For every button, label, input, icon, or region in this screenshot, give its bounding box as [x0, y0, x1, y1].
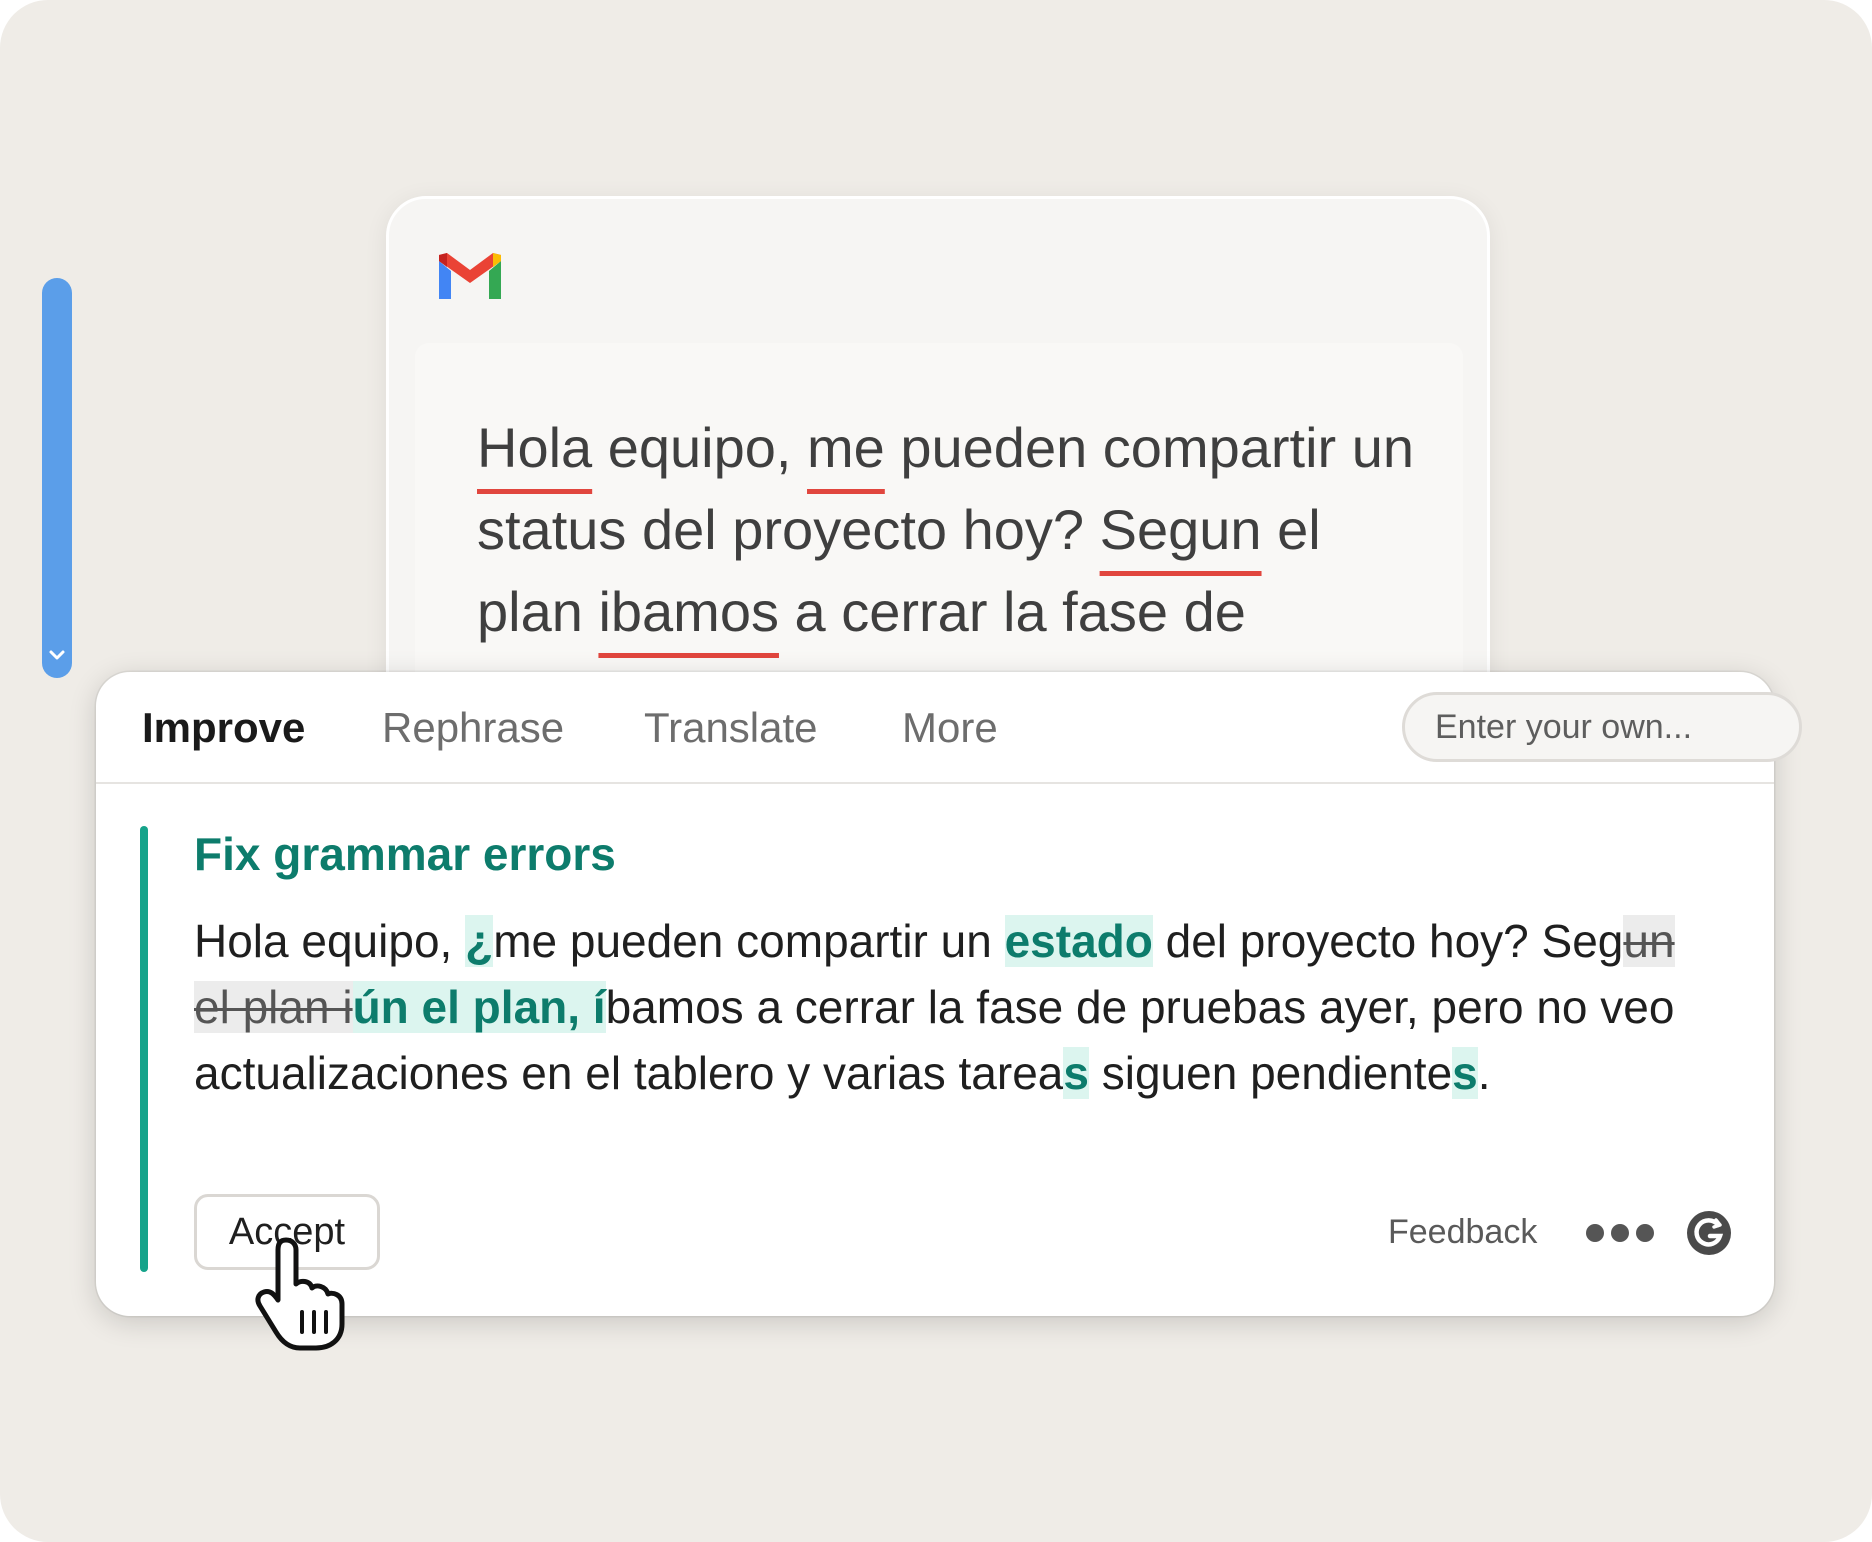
inserted-text: ¿ — [465, 915, 494, 967]
assistant-panel: Improve Rephrase Translate More Fix gram… — [96, 672, 1802, 1351]
suggestion-accent-bar — [140, 826, 148, 1272]
panel-tab-bar: Improve Rephrase Translate More — [96, 672, 1802, 784]
suggestion-text-span: me pueden compartir un — [493, 915, 1005, 967]
custom-prompt-input[interactable] — [1402, 692, 1802, 762]
suggestion-text: Hola equipo, ¿me pueden compartir un est… — [194, 908, 1714, 1106]
suggestion-text-span: Hola equipo, — [194, 915, 466, 967]
chevron-down-icon — [49, 650, 65, 660]
hand-pointer-icon — [255, 1237, 345, 1351]
email-text-span: a cerrar la fase de — [778, 580, 1246, 643]
canvas-background: Hola equipo, me pueden compartir un stat… — [0, 0, 1872, 1542]
grammarly-logo-icon — [1687, 1211, 1731, 1255]
inserted-text: estado — [1004, 915, 1153, 967]
tab-improve[interactable]: Improve — [142, 700, 305, 756]
flagged-word[interactable]: Hola — [477, 416, 592, 479]
inserted-text: ún el plan, í — [352, 981, 606, 1033]
tab-more[interactable]: More — [902, 700, 998, 756]
flagged-word[interactable]: ibamos — [598, 580, 779, 643]
more-options-icon[interactable] — [1584, 1222, 1656, 1244]
email-text-span: equipo, — [592, 416, 808, 479]
tab-translate[interactable]: Translate — [644, 700, 818, 756]
suggestion-text-span: . — [1477, 1047, 1491, 1099]
suggestion-title: Fix grammar errors — [194, 828, 616, 880]
gmail-logo-icon — [439, 253, 501, 299]
feedback-link[interactable]: Feedback — [1388, 1210, 1537, 1254]
suggestion-text-span: siguen pendiente — [1088, 1047, 1453, 1099]
flagged-word[interactable]: me — [807, 416, 885, 479]
text-cursor-indicator[interactable] — [42, 278, 72, 678]
tab-rephrase[interactable]: Rephrase — [382, 700, 564, 756]
inserted-text: s — [1063, 1047, 1089, 1099]
suggestion-text-span: del proyecto hoy? Seg — [1152, 915, 1624, 967]
flagged-word[interactable]: Segun — [1100, 498, 1262, 561]
inserted-text: s — [1452, 1047, 1478, 1099]
email-text[interactable]: Hola equipo, me pueden compartir un stat… — [477, 407, 1437, 653]
